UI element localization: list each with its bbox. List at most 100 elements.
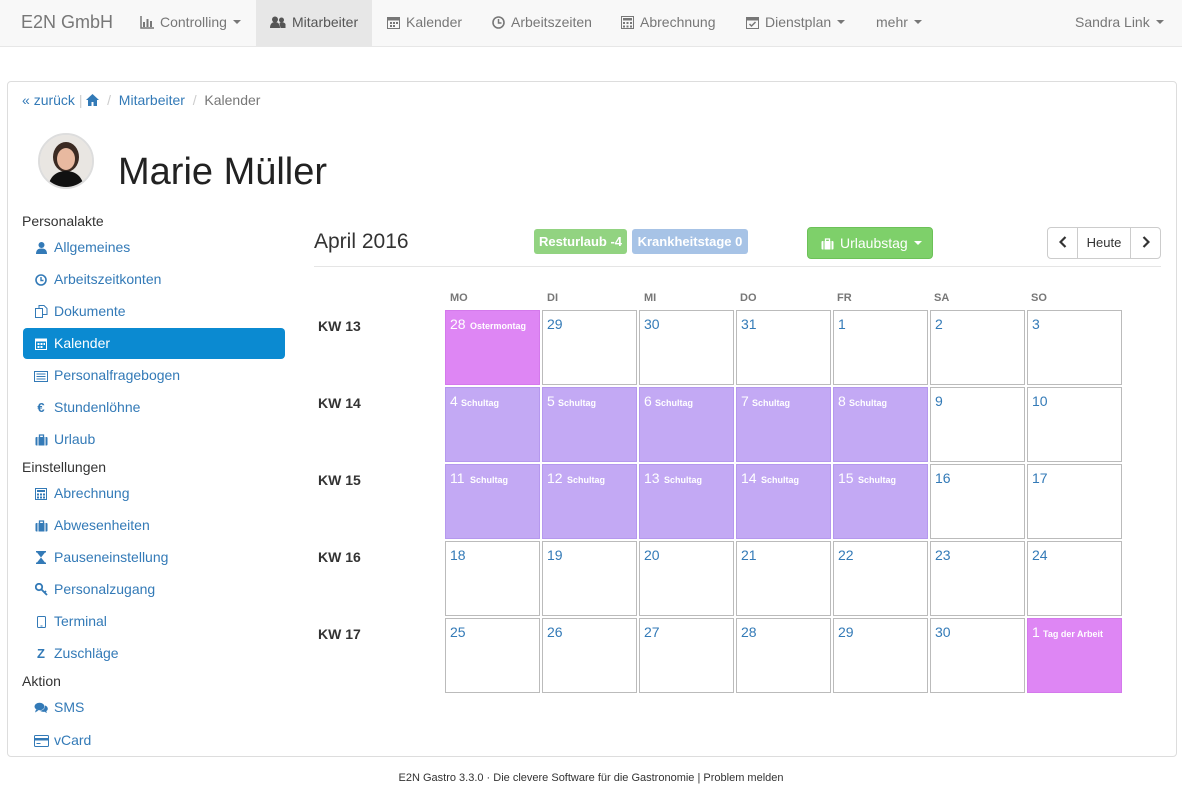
- sidebar-item-sms[interactable]: SMS: [23, 692, 285, 723]
- calendar-day-cell[interactable]: 15 Schultag: [833, 464, 928, 539]
- sidebar-item-label: Arbeitszeitkonten: [54, 271, 162, 287]
- sidebar-item-label: Urlaub: [54, 431, 96, 447]
- sidebar-item-label: Abrechnung: [54, 485, 130, 501]
- calendar-day-cell[interactable]: 28: [736, 618, 831, 693]
- nav-label: Mitarbeiter: [292, 14, 359, 30]
- prev-month-button[interactable]: [1047, 227, 1078, 259]
- weekday-header: MI: [644, 292, 657, 304]
- calendar-day-cell[interactable]: 21: [736, 541, 831, 616]
- calendar-day-cell[interactable]: 29: [833, 618, 928, 693]
- nav-kalender[interactable]: Kalender: [387, 0, 462, 46]
- calendar-day-cell[interactable]: 23: [930, 541, 1025, 616]
- tablet-icon: [34, 606, 48, 637]
- today-button[interactable]: Heute: [1077, 227, 1131, 259]
- krankheitstage-badge: Krankheitstage 0: [632, 229, 748, 254]
- day-number: 29: [547, 316, 563, 332]
- nav-abrechnung[interactable]: Abrechnung: [621, 0, 716, 46]
- day-number: 23: [935, 547, 951, 563]
- calendar-day-cell[interactable]: 13 Schultag: [639, 464, 734, 539]
- sidebar-item-zuschlaege[interactable]: Z Zuschläge: [23, 638, 285, 669]
- z-icon: Z: [37, 646, 45, 661]
- calendar-day-cell[interactable]: 11 Schultag: [445, 464, 540, 539]
- back-link[interactable]: « zurück: [22, 92, 75, 108]
- calendar-day-cell[interactable]: 30: [930, 618, 1025, 693]
- sidebar-item-abwesenheiten[interactable]: Abwesenheiten: [23, 510, 285, 541]
- calendar-day-cell[interactable]: 31: [736, 310, 831, 385]
- nav-dienstplan[interactable]: Dienstplan: [746, 0, 846, 46]
- home-icon[interactable]: [86, 92, 100, 108]
- day-event: Tag der Arbeit: [1043, 629, 1104, 639]
- sidebar-item-terminal[interactable]: Terminal: [23, 606, 285, 637]
- calendar-day-cell[interactable]: 20: [639, 541, 734, 616]
- day-number: 6: [644, 393, 652, 409]
- calendar-day-cell[interactable]: 12 Schultag: [542, 464, 637, 539]
- separator: /: [103, 92, 115, 108]
- calendar-day-cell[interactable]: 2: [930, 310, 1025, 385]
- calendar-day-cell[interactable]: 5 Schultag: [542, 387, 637, 462]
- sidebar-item-label: Dokumente: [54, 303, 126, 319]
- sidebar-item-arbeitszeitkonten[interactable]: Arbeitszeitkonten: [23, 264, 285, 295]
- calendar-day-cell[interactable]: 28 Ostermontag: [445, 310, 540, 385]
- calendar-day-cell[interactable]: 14 Schultag: [736, 464, 831, 539]
- caret-down-icon: [913, 20, 922, 24]
- urlaubstag-button[interactable]: Urlaubstag: [807, 227, 933, 259]
- calendar-day-cell[interactable]: 9: [930, 387, 1025, 462]
- calendar-day-cell[interactable]: 19: [542, 541, 637, 616]
- calendar-day-cell[interactable]: 8 Schultag: [833, 387, 928, 462]
- week-number: KW 14: [318, 395, 361, 411]
- user-menu[interactable]: Sandra Link: [1075, 0, 1164, 46]
- sidebar-item-dokumente[interactable]: Dokumente: [23, 296, 285, 327]
- nav-controlling[interactable]: Controlling: [140, 0, 241, 46]
- calendar-day-cell[interactable]: 26: [542, 618, 637, 693]
- calendar-day-cell[interactable]: 30: [639, 310, 734, 385]
- sidebar-item-label: Personalzugang: [54, 581, 156, 597]
- sidebar-item-pauseneinstellung[interactable]: Pauseneinstellung: [23, 542, 285, 573]
- day-number: 15: [838, 470, 854, 486]
- sidebar-item-vcard[interactable]: vCard: [23, 725, 285, 756]
- calendar-day-cell[interactable]: 16: [930, 464, 1025, 539]
- sidebar-item-personalfragebogen[interactable]: Personalfragebogen: [23, 360, 285, 391]
- calendar-day-cell[interactable]: 10: [1027, 387, 1122, 462]
- sidebar-item-abrechnung[interactable]: Abrechnung: [23, 478, 285, 509]
- clock-icon: [492, 16, 505, 29]
- top-navbar: E2N GmbH Controlling Mitarbeiter Kalende…: [0, 0, 1182, 47]
- calendar-day-cell[interactable]: 29: [542, 310, 637, 385]
- breadcrumb-mitarbeiter[interactable]: Mitarbeiter: [119, 92, 185, 108]
- calendar-day-cell[interactable]: 27: [639, 618, 734, 693]
- nav-label: Controlling: [160, 14, 227, 30]
- calendar-day-cell[interactable]: 17: [1027, 464, 1122, 539]
- day-event: Ostermontag: [470, 321, 527, 331]
- calendar-day-cell[interactable]: 25: [445, 618, 540, 693]
- separator: |: [78, 92, 83, 108]
- sidebar-item-urlaub[interactable]: Urlaub: [23, 424, 285, 455]
- day-number: 19: [547, 547, 563, 563]
- calendar-day-cell[interactable]: 22: [833, 541, 928, 616]
- weekday-header: DI: [547, 292, 558, 304]
- chevron-left-icon: [1058, 236, 1066, 248]
- sidebar-item-kalender[interactable]: Kalender: [23, 328, 285, 359]
- nav-arbeitszeiten[interactable]: Arbeitszeiten: [492, 0, 592, 46]
- calendar-day-cell[interactable]: 18: [445, 541, 540, 616]
- calendar-day-cell[interactable]: 3: [1027, 310, 1122, 385]
- calendar-day-cell[interactable]: 6 Schultag: [639, 387, 734, 462]
- sidebar-item-stundenloehne[interactable]: € Stundenlöhne: [23, 392, 285, 423]
- back-label: zurück: [33, 92, 75, 108]
- problem-melden-link[interactable]: Problem melden: [703, 772, 783, 784]
- day-event: Schultag: [664, 475, 703, 485]
- users-icon: [270, 16, 286, 28]
- nav-mehr[interactable]: mehr: [876, 0, 922, 46]
- weekday-header: SO: [1031, 292, 1047, 304]
- sidebar-item-allgemeines[interactable]: Allgemeines: [23, 232, 285, 263]
- footer-text: E2N Gastro 3.3.0 · Die clevere Software …: [398, 772, 704, 784]
- next-month-button[interactable]: [1130, 227, 1161, 259]
- brand-logo[interactable]: E2N GmbH: [21, 12, 113, 33]
- nav-mitarbeiter[interactable]: Mitarbeiter: [256, 0, 372, 46]
- calendar-day-cell[interactable]: 1: [833, 310, 928, 385]
- sidebar-item-personalzugang[interactable]: Personalzugang: [23, 574, 285, 605]
- calendar-day-cell[interactable]: 24: [1027, 541, 1122, 616]
- calendar-day-cell[interactable]: 4 Schultag: [445, 387, 540, 462]
- calendar-day-cell[interactable]: 7 Schultag: [736, 387, 831, 462]
- nav-label: Arbeitszeiten: [511, 14, 592, 30]
- calendar-day-cell[interactable]: 1 Tag der Arbeit: [1027, 618, 1122, 693]
- sidebar-item-label: Pauseneinstellung: [54, 549, 169, 565]
